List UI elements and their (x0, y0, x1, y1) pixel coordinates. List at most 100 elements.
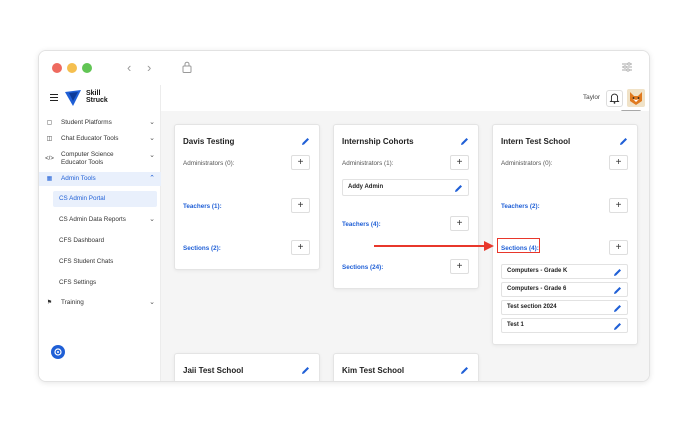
pencil-icon[interactable] (619, 137, 628, 146)
pencil-icon[interactable] (613, 304, 622, 313)
pencil-icon[interactable] (301, 137, 310, 146)
administrators-label: Administrators (0): (183, 160, 235, 167)
sidebar-item-label: Training (61, 299, 84, 306)
title-bar: ‹ › (39, 51, 649, 85)
school-card: Jaii Test School (174, 353, 320, 381)
sidebar-subitem-cs-admin-portal[interactable]: CS Admin Portal (53, 191, 157, 207)
teachers-link[interactable]: Teachers (1): (183, 203, 222, 210)
sidebar-subitem-label: CFS Dashboard (59, 237, 105, 244)
add-section-button[interactable]: + (609, 240, 628, 255)
add-teacher-button[interactable]: + (609, 198, 628, 213)
sidebar-subitem-cfs-dashboard[interactable]: CFS Dashboard (53, 233, 157, 249)
chevron-down-icon: ⌄ (149, 152, 155, 159)
pencil-icon[interactable] (301, 366, 310, 375)
close-window-button[interactable] (52, 63, 62, 73)
chevron-down-icon: ⌄ (149, 119, 155, 126)
sidebar-item-admin-tools[interactable]: ▦ Admin Tools ⌃ (39, 172, 161, 186)
annotation-highlight-box (497, 238, 540, 253)
notifications-button[interactable] (606, 90, 623, 107)
section-name: Test section 2024 (507, 304, 557, 310)
building-icon: ▦ (46, 176, 53, 182)
administrator-row[interactable]: Addy Admin (342, 179, 469, 196)
chevron-up-icon: ⌃ (149, 175, 155, 182)
add-administrator-button[interactable]: + (291, 155, 310, 170)
sections-link[interactable]: Sections (24): (342, 264, 383, 271)
pencil-icon[interactable] (460, 137, 469, 146)
pencil-icon[interactable] (613, 268, 622, 277)
school-card: Davis Testing Administrators (0): + Teac… (174, 124, 320, 270)
sidebar-item-chat-educator-tools[interactable]: ◫ Chat Educator Tools ⌄ (39, 132, 161, 146)
section-row[interactable]: Computers - Grade 6 (501, 282, 628, 297)
top-bar: Taylor (161, 85, 649, 113)
sidebar-item-cs-educator-tools[interactable]: </> Computer Science Educator Tools ⌄ (39, 148, 161, 170)
sidebar-item-label: Computer Science Educator Tools (61, 151, 114, 166)
administrators-label: Administrators (1): (342, 160, 394, 167)
hamburger-menu-icon[interactable] (50, 94, 58, 101)
skillstruck-logo-icon (65, 90, 81, 106)
sections-link[interactable]: Sections (2): (183, 245, 221, 252)
card-title: Davis Testing (183, 137, 235, 146)
pencil-icon[interactable] (460, 366, 469, 375)
section-row[interactable]: Computers - Grade K (501, 264, 628, 279)
section-row[interactable]: Test section 2024 (501, 300, 628, 315)
sidebar-subitem-label: CS Admin Portal (59, 195, 106, 202)
section-name: Computers - Grade K (507, 268, 568, 274)
add-teacher-button[interactable]: + (450, 216, 469, 231)
window-icon: ▢ (46, 120, 53, 126)
administrator-name: Addy Admin (348, 184, 384, 190)
chevron-down-icon: ⌄ (149, 135, 155, 142)
card-title: Internship Cohorts (342, 137, 414, 146)
annotation-arrow (374, 245, 486, 247)
add-teacher-button[interactable]: + (291, 198, 310, 213)
card-title: Kim Test School (342, 366, 405, 375)
add-section-button[interactable]: + (291, 240, 310, 255)
card-title: Intern Test School (501, 137, 571, 146)
sidebar-item-label: Admin Tools (61, 175, 96, 182)
maximize-window-button[interactable] (82, 63, 92, 73)
pencil-icon[interactable] (613, 286, 622, 295)
school-card: Intern Test School Administrators (0): +… (492, 124, 638, 345)
sidebar-subitem-label: CS Admin Data Reports (59, 216, 126, 223)
section-row[interactable]: Test 1 (501, 318, 628, 333)
chat-icon: ◫ (46, 136, 53, 142)
lock-icon (182, 61, 192, 73)
chevron-down-icon: ⌄ (149, 299, 155, 306)
section-name: Computers - Grade 6 (507, 286, 567, 292)
user-name: Taylor (582, 94, 600, 101)
sidebar-item-label: Chat Educator Tools (61, 135, 119, 142)
sidebar-subitem-cs-admin-data-reports[interactable]: CS Admin Data Reports ⌄ (53, 212, 157, 228)
add-administrator-button[interactable]: + (609, 155, 628, 170)
pencil-icon[interactable] (613, 322, 622, 331)
sidebar-subitem-cfs-student-chats[interactable]: CFS Student Chats (53, 254, 157, 270)
add-administrator-button[interactable]: + (450, 155, 469, 170)
back-arrow-icon[interactable]: ‹ (127, 60, 131, 75)
pencil-icon[interactable] (454, 184, 463, 193)
sidebar-item-label: Student Platforms (61, 119, 112, 126)
logo-row: Skill Struck (39, 85, 161, 111)
section-name: Test 1 (507, 322, 524, 328)
add-section-button[interactable]: + (450, 259, 469, 274)
chevron-down-icon: ⌄ (149, 216, 155, 223)
sliders-icon[interactable] (621, 61, 633, 73)
sidebar-menu: ▢ Student Platforms ⌄ ◫ Chat Educator To… (39, 116, 161, 312)
forward-arrow-icon[interactable]: › (147, 60, 151, 75)
fox-avatar-icon (630, 92, 642, 105)
school-card: Internship Cohorts Administrators (1): +… (333, 124, 479, 289)
training-icon: ⚑ (46, 300, 53, 306)
teachers-link[interactable]: Teachers (4): (342, 221, 381, 228)
school-card: Kim Test School (333, 353, 479, 381)
card-title: Jaii Test School (183, 366, 244, 375)
minimize-window-button[interactable] (67, 63, 77, 73)
sidebar-item-student-platforms[interactable]: ▢ Student Platforms ⌄ (39, 116, 161, 130)
sidebar: Skill Struck ▢ Student Platforms ⌄ ◫ Cha… (39, 85, 161, 381)
sidebar-subitem-cfs-settings[interactable]: CFS Settings (53, 275, 157, 291)
administrators-label: Administrators (0): (501, 160, 553, 167)
bell-icon (609, 93, 620, 104)
settings-fab-button[interactable] (51, 345, 65, 359)
gear-icon (54, 348, 62, 356)
annotation-arrow-head (484, 241, 494, 251)
teachers-link[interactable]: Teachers (2): (501, 203, 540, 210)
avatar[interactable] (627, 89, 645, 107)
sidebar-item-training[interactable]: ⚑ Training ⌄ (39, 296, 161, 310)
sidebar-subitem-label: CFS Student Chats (59, 258, 114, 265)
